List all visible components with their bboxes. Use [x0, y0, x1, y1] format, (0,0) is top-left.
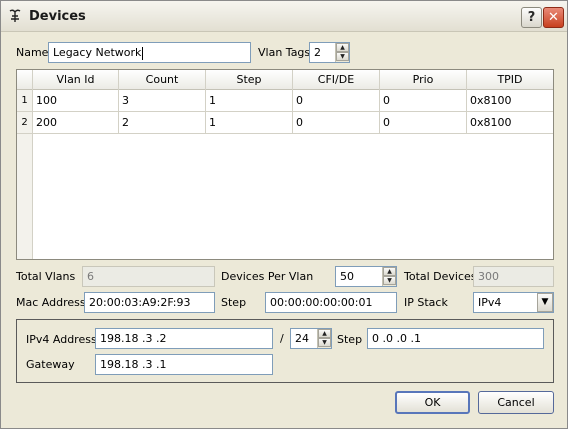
- prefix-length-value: 24: [295, 332, 309, 345]
- window-title: Devices: [29, 9, 86, 24]
- help-button[interactable]: ?: [521, 7, 542, 28]
- spin-down-icon[interactable]: ▼: [336, 52, 349, 61]
- mac-address-label: Mac Address: [16, 296, 86, 309]
- devices-dialog: Devices ? ✕ Name Legacy Network Vlan Tag…: [0, 0, 568, 429]
- table-cell[interactable]: 200: [33, 112, 119, 134]
- devices-per-vlan-value: 50: [340, 270, 354, 283]
- chevron-down-icon[interactable]: ▼: [537, 293, 553, 312]
- vlan-tags-spin[interactable]: ▲ ▼: [335, 43, 349, 62]
- ip-stack-select[interactable]: IPv4 ▼: [473, 292, 554, 313]
- name-input-value: Legacy Network: [53, 46, 142, 59]
- table-header: Vlan Id Count Step CFI/DE Prio TPID: [17, 70, 553, 90]
- row-number[interactable]: 2: [17, 112, 33, 134]
- title-bar[interactable]: Devices ? ✕: [1, 1, 567, 32]
- table-cell[interactable]: 100: [33, 90, 119, 112]
- name-label: Name: [16, 46, 49, 59]
- vlan-tags-stepper[interactable]: 2 ▲ ▼: [309, 42, 350, 63]
- column-header[interactable]: Vlan Id: [33, 70, 119, 90]
- column-header[interactable]: Prio: [380, 70, 467, 90]
- ip-stack-label: IP Stack: [404, 296, 448, 309]
- vlan-tags-label: Vlan Tags: [258, 46, 311, 59]
- spin-down-icon[interactable]: ▼: [383, 276, 396, 285]
- total-devices-field: 300: [473, 266, 554, 287]
- column-header[interactable]: CFI/DE: [293, 70, 380, 90]
- mac-address-input[interactable]: 20:00:03:A9:2F:93: [84, 292, 215, 313]
- column-header[interactable]: Step: [206, 70, 293, 90]
- table-cell[interactable]: 0x8100: [467, 112, 553, 134]
- prefix-separator: /: [280, 332, 284, 345]
- column-header[interactable]: TPID: [467, 70, 553, 90]
- gateway-input[interactable]: 198.18 .3 .1: [95, 354, 273, 375]
- ipv4-address-label: IPv4 Address: [26, 333, 97, 346]
- table-cell[interactable]: 0x8100: [467, 90, 553, 112]
- ipv4-step-input[interactable]: 0 .0 .0 .1: [367, 328, 544, 349]
- cancel-button[interactable]: Cancel: [478, 391, 554, 414]
- total-vlans-field: 6: [82, 266, 215, 287]
- name-input[interactable]: Legacy Network: [48, 42, 251, 63]
- table-cell[interactable]: 1: [206, 90, 293, 112]
- text-caret: [142, 46, 144, 60]
- spin-down-icon[interactable]: ▼: [318, 338, 331, 347]
- total-devices-label: Total Devices: [404, 270, 477, 283]
- table-cell[interactable]: 0: [380, 112, 467, 134]
- table-cell[interactable]: 1: [206, 112, 293, 134]
- app-icon: [9, 9, 21, 22]
- spin-up-icon[interactable]: ▲: [336, 43, 349, 52]
- table-cell[interactable]: 0: [293, 90, 380, 112]
- table-cell[interactable]: 0: [380, 90, 467, 112]
- spin-up-icon[interactable]: ▲: [383, 267, 396, 276]
- mac-step-input[interactable]: 00:00:00:00:00:01: [265, 292, 397, 313]
- ok-button[interactable]: OK: [395, 391, 470, 414]
- prefix-length-stepper[interactable]: 24 ▲ ▼: [290, 328, 332, 349]
- vlan-tags-value: 2: [314, 46, 321, 59]
- spin-up-icon[interactable]: ▲: [318, 329, 331, 338]
- close-button[interactable]: ✕: [543, 7, 564, 28]
- ip-stack-value: IPv4: [478, 296, 502, 309]
- table-cell[interactable]: 3: [119, 90, 206, 112]
- row-header-strip: [17, 134, 33, 259]
- devices-per-vlan-spin[interactable]: ▲ ▼: [382, 267, 396, 286]
- devices-per-vlan-label: Devices Per Vlan: [221, 270, 314, 283]
- table-cell[interactable]: 2: [119, 112, 206, 134]
- mac-step-label: Step: [221, 296, 247, 309]
- corner-cell: [17, 70, 33, 90]
- total-vlans-label: Total Vlans: [16, 270, 76, 283]
- prefix-length-spin[interactable]: ▲ ▼: [317, 329, 331, 348]
- ipv4-address-input[interactable]: 198.18 .3 .2: [95, 328, 273, 349]
- vlan-table[interactable]: Vlan Id Count Step CFI/DE Prio TPID 1 10…: [16, 69, 554, 260]
- gateway-label: Gateway: [26, 358, 75, 371]
- column-header[interactable]: Count: [119, 70, 206, 90]
- ipv4-step-label: Step: [337, 333, 363, 346]
- table-cell[interactable]: 0: [293, 112, 380, 134]
- devices-per-vlan-stepper[interactable]: 50 ▲ ▼: [335, 266, 397, 287]
- row-number[interactable]: 1: [17, 90, 33, 112]
